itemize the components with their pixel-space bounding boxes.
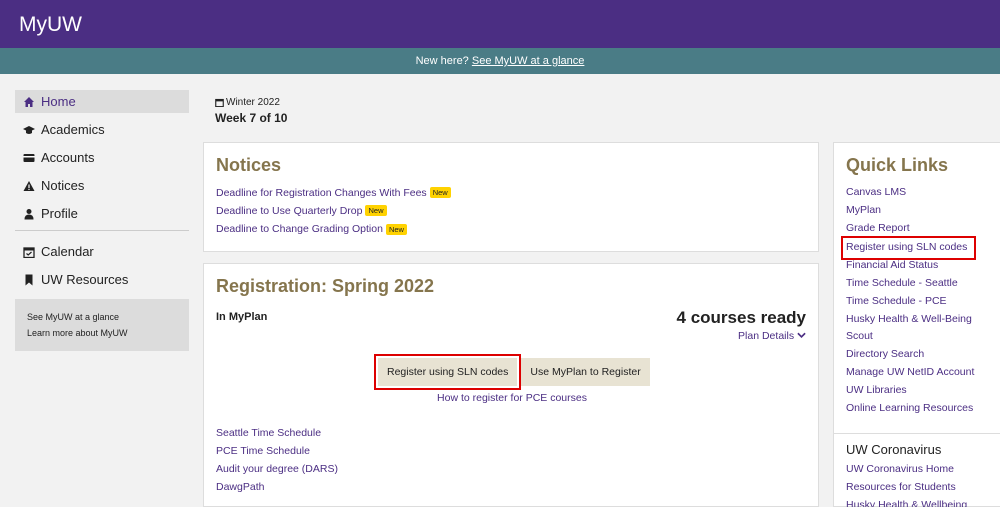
quick-links-title: Quick Links <box>846 155 949 175</box>
term-quarter-label: Winter 2022 <box>226 97 280 108</box>
term-quarter: Winter 2022 <box>215 97 287 108</box>
notice-item: Deadline for Registration Changes With F… <box>216 184 806 202</box>
sidebar-divider <box>15 230 189 231</box>
registration-card: Registration: Spring 2022 In MyPlan 4 co… <box>203 263 819 507</box>
credit-card-icon <box>23 153 35 162</box>
seattle-time-schedule-link[interactable]: Seattle Time Schedule <box>216 427 321 439</box>
notice-link[interactable]: Deadline to Use Quarterly Drop <box>216 205 362 217</box>
courses-ready-count: 4 courses ready <box>676 308 806 327</box>
notices-title: Notices <box>216 155 282 175</box>
notices-card: Notices Deadline for Registration Change… <box>203 142 819 252</box>
pce-help: How to register for PCE courses <box>204 392 820 404</box>
notice-item: Deadline to Use Quarterly Drop New <box>216 202 806 220</box>
quick-link[interactable]: Directory Search <box>846 346 988 364</box>
quick-link-register-sln[interactable]: Register using SLN codes <box>840 236 977 261</box>
sidebar-item-label: Calendar <box>41 244 94 259</box>
coronavirus-link[interactable]: Husky Health & Wellbeing <box>846 497 988 507</box>
sidebar-item-label: Notices <box>41 178 85 193</box>
plan-details-label: Plan Details <box>738 330 795 342</box>
top-bar: MyUW <box>0 0 1000 48</box>
glance-prefix: New here? <box>415 55 469 67</box>
term-week: Week 7 of 10 <box>215 111 288 125</box>
sidebar-item-notices[interactable]: Notices <box>15 174 189 197</box>
notice-item: Deadline to Change Grading Option New <box>216 220 806 238</box>
pce-time-schedule-link[interactable]: PCE Time Schedule <box>216 445 310 457</box>
calendar-icon <box>215 98 224 107</box>
registration-resource-links: Seattle Time Schedule PCE Time Schedule … <box>216 424 338 496</box>
coronavirus-link[interactable]: UW Coronavirus Home <box>846 461 988 479</box>
quick-link[interactable]: UW Libraries <box>846 382 988 400</box>
dars-audit-link[interactable]: Audit your degree (DARS) <box>216 463 338 475</box>
sidebar-item-label: UW Resources <box>41 272 129 287</box>
user-icon <box>24 208 34 219</box>
myplan-register-button[interactable]: Use MyPlan to Register <box>521 358 650 386</box>
sidebar-learn-more-link[interactable]: Learn more about MyUW <box>27 325 177 341</box>
quick-link[interactable]: Scout <box>846 328 988 346</box>
register-sln-button[interactable]: Register using SLN codes <box>373 354 522 390</box>
sidebar-item-home[interactable]: Home <box>15 90 189 113</box>
glance-banner: New here? See MyUW at a glance <box>0 48 1000 74</box>
highlighted-link-wrap: Register using SLN codes <box>840 236 988 261</box>
warning-icon <box>23 180 35 191</box>
coronavirus-subhead: UW Coronavirus <box>834 433 1000 457</box>
sidebar-info-box: See MyUW at a glance Learn more about My… <box>15 299 189 351</box>
bookmark-icon <box>25 274 33 285</box>
quick-link[interactable]: Time Schedule - PCE <box>846 293 988 311</box>
quick-link[interactable]: Financial Aid Status <box>846 257 988 275</box>
pce-register-link[interactable]: How to register for PCE courses <box>437 392 587 404</box>
sidebar-item-calendar[interactable]: Calendar <box>15 240 189 263</box>
new-badge: New <box>385 223 407 235</box>
quick-link[interactable]: Canvas LMS <box>846 184 988 202</box>
quick-links-card: Quick Links Canvas LMS MyPlan Grade Repo… <box>833 142 1000 507</box>
quick-link[interactable]: Time Schedule - Seattle <box>846 275 988 293</box>
in-myplan-label: In MyPlan <box>216 311 268 323</box>
sidebar-item-academics[interactable]: Academics <box>15 118 189 141</box>
home-icon <box>24 96 34 107</box>
quick-link[interactable]: Online Learning Resources <box>846 400 988 418</box>
quick-link[interactable]: Manage UW NetID Account <box>846 364 988 382</box>
sidebar-item-accounts[interactable]: Accounts <box>15 146 189 169</box>
plan-details-link[interactable]: Plan Details <box>738 330 806 342</box>
sidebar-item-profile[interactable]: Profile <box>15 202 189 225</box>
registration-buttons: Register using SLN codes Use MyPlan to R… <box>373 354 654 390</box>
sidebar-item-label: Home <box>41 94 76 109</box>
sidebar-glance-link[interactable]: See MyUW at a glance <box>27 309 177 325</box>
new-badge: New <box>365 205 387 217</box>
sidebar-item-label: Academics <box>41 122 105 137</box>
quick-link[interactable]: Grade Report <box>846 220 988 238</box>
term-info: Winter 2022 Week 7 of 10 <box>215 97 287 125</box>
chevron-down-icon <box>797 332 806 338</box>
glance-link[interactable]: See MyUW at a glance <box>472 55 585 67</box>
quick-link[interactable]: MyPlan <box>846 202 988 220</box>
notice-link[interactable]: Deadline for Registration Changes With F… <box>216 187 427 199</box>
new-badge: New <box>429 187 451 199</box>
app-title[interactable]: MyUW <box>19 13 82 37</box>
graduation-cap-icon <box>23 125 35 134</box>
quick-link[interactable]: Husky Health & Well-Being <box>846 311 988 329</box>
sidebar-item-label: Accounts <box>41 150 95 165</box>
sidebar-item-uw-resources[interactable]: UW Resources <box>15 268 189 291</box>
coronavirus-link[interactable]: Resources for Students <box>846 479 988 497</box>
calendar-icon <box>23 246 35 258</box>
sidebar: Home Academics Accounts Notices Profile … <box>15 90 189 351</box>
sidebar-item-label: Profile <box>41 206 78 221</box>
notice-link[interactable]: Deadline to Change Grading Option <box>216 223 383 235</box>
dawgpath-link[interactable]: DawgPath <box>216 481 264 493</box>
registration-title: Registration: Spring 2022 <box>216 276 435 296</box>
